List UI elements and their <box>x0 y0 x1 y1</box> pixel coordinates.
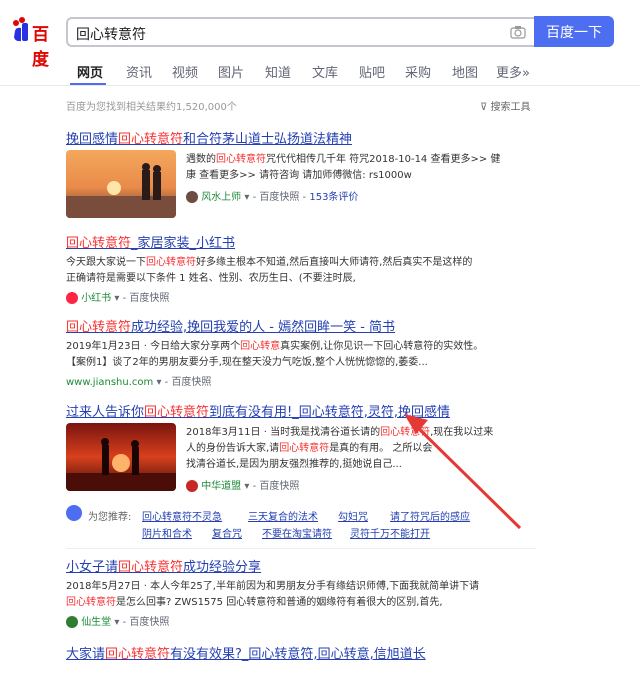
annotation-arrow <box>404 414 522 530</box>
